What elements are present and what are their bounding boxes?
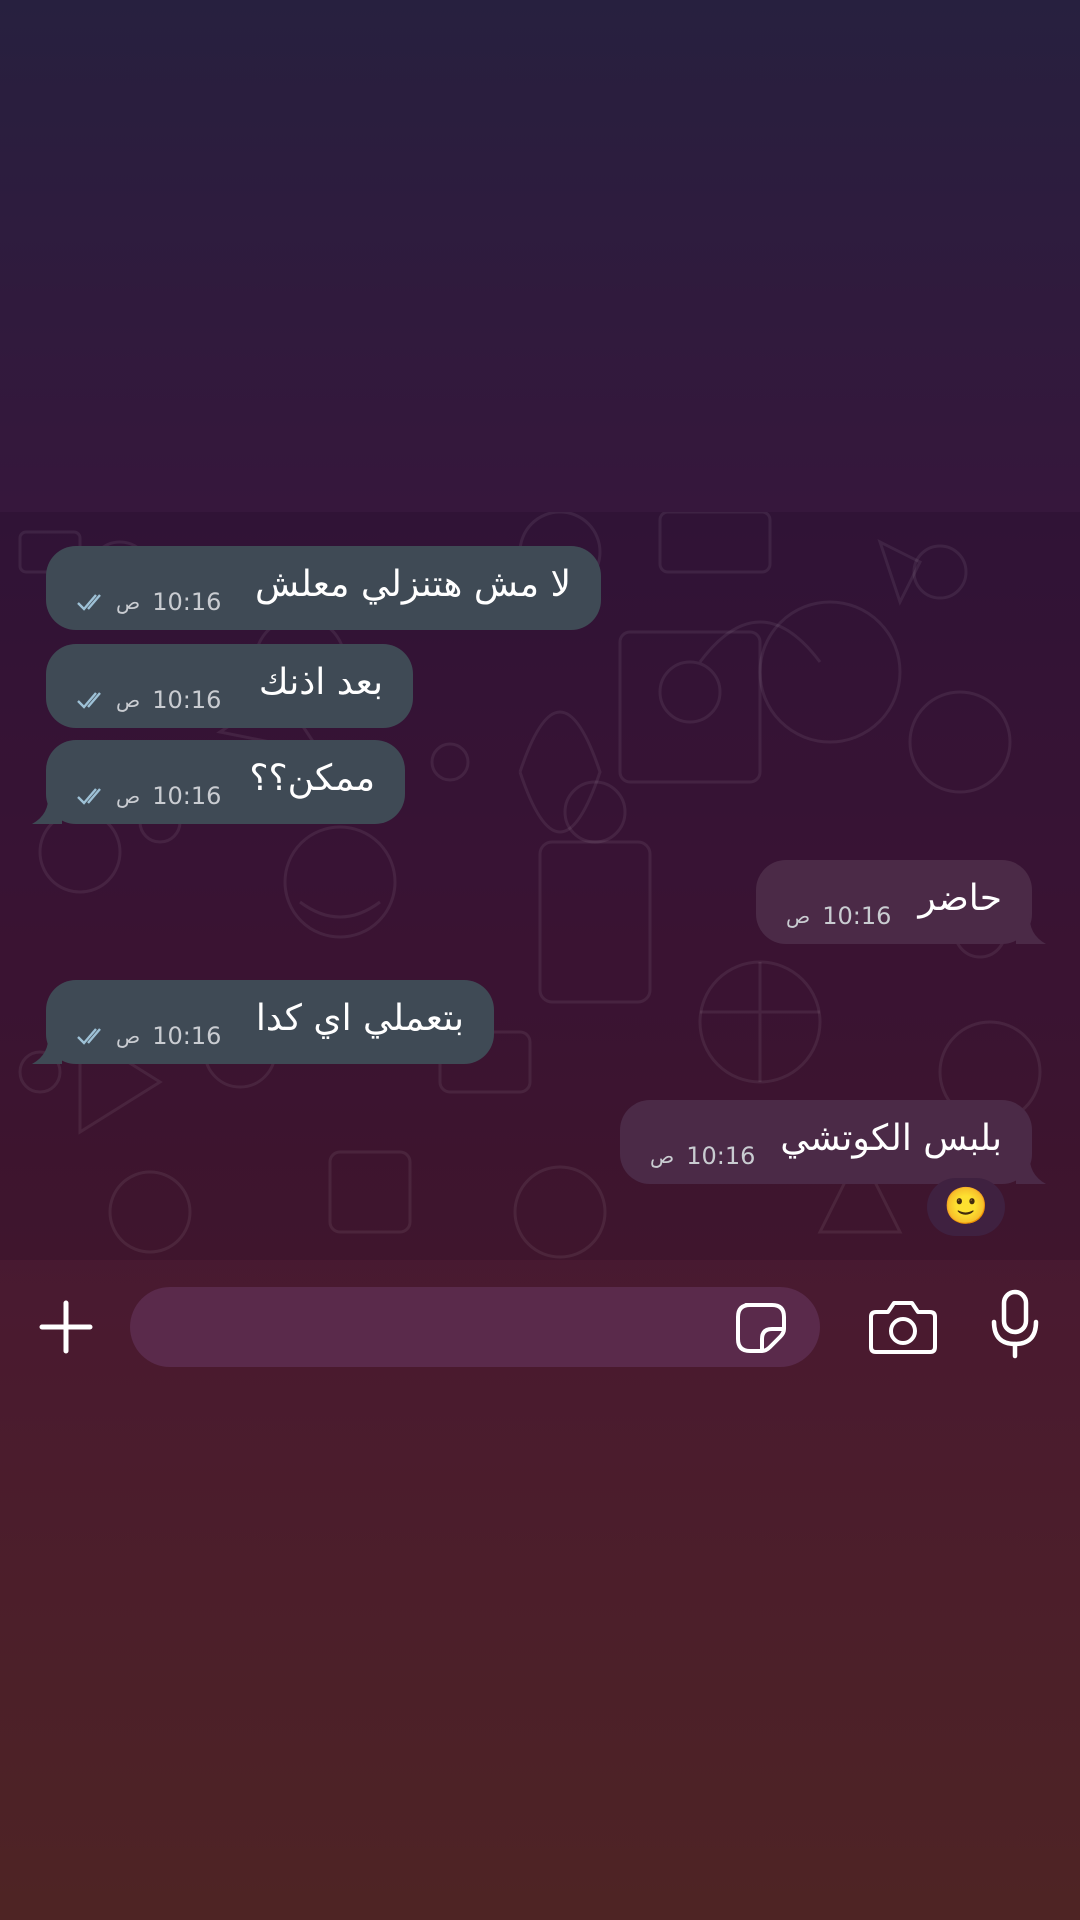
message-time: 10:16 (152, 782, 222, 810)
message-ampm: ص (116, 590, 141, 614)
message-meta: ص 10:16 (76, 588, 221, 616)
message-text: حاضر (918, 878, 1002, 919)
message-text: لا مش هتنزلي معلش (254, 564, 571, 605)
microphone-icon[interactable] (988, 1288, 1042, 1360)
message-time: 10:16 (822, 902, 892, 930)
message-time: 10:16 (152, 686, 222, 714)
reaction-emoji: 🙂 (943, 1186, 989, 1227)
double-check-icon (77, 692, 101, 709)
message-bubble-incoming[interactable]: بلبس الكوتشي ص 10:16 (620, 1100, 1046, 1184)
bubble-tail (1016, 914, 1046, 944)
message-ampm: ص (116, 784, 141, 808)
bubble-tail (1016, 1154, 1046, 1184)
message-text: بلبس الكوتشي (780, 1118, 1002, 1159)
plus-icon[interactable] (36, 1297, 96, 1357)
message-bubble-incoming[interactable]: حاضر ص 10:16 (756, 860, 1046, 944)
bubble-tail (32, 794, 62, 824)
message-ampm: ص (116, 688, 141, 712)
message-reaction[interactable]: 🙂 (927, 1178, 1005, 1236)
message-text: ممكن؟؟ (249, 758, 375, 799)
message-meta: ص 10:16 (76, 1022, 221, 1050)
bubble-tail (32, 1034, 62, 1064)
message-ampm: ص (650, 1144, 675, 1168)
message-input[interactable] (130, 1287, 820, 1367)
message-ampm: ص (116, 1024, 141, 1048)
message-text: بتعملي اي كدا (255, 998, 464, 1039)
message-text: بعد اذنك (258, 662, 383, 703)
message-meta: ص 10:16 (786, 902, 891, 930)
sticker-icon[interactable] (734, 1301, 788, 1355)
message-time: 10:16 (152, 588, 222, 616)
double-check-icon (77, 788, 101, 805)
message-bubble-outgoing[interactable]: ممكن؟؟ ص 10:16 (32, 740, 405, 824)
message-time: 10:16 (152, 1022, 222, 1050)
double-check-icon (77, 1028, 101, 1045)
message-meta: ص 10:16 (76, 782, 221, 810)
message-time: 10:16 (686, 1142, 756, 1170)
message-bubble-outgoing[interactable]: لا مش هتنزلي معلش ص 10:16 (46, 546, 601, 630)
message-meta: ص 10:16 (76, 686, 221, 714)
camera-icon[interactable] (868, 1298, 938, 1356)
message-ampm: ص (786, 904, 811, 928)
double-check-icon (77, 594, 101, 611)
message-meta: ص 10:16 (650, 1142, 755, 1170)
message-bubble-outgoing[interactable]: بعد اذنك ص 10:16 (46, 644, 413, 728)
message-bubble-outgoing[interactable]: بتعملي اي كدا ص 10:16 (32, 980, 494, 1064)
